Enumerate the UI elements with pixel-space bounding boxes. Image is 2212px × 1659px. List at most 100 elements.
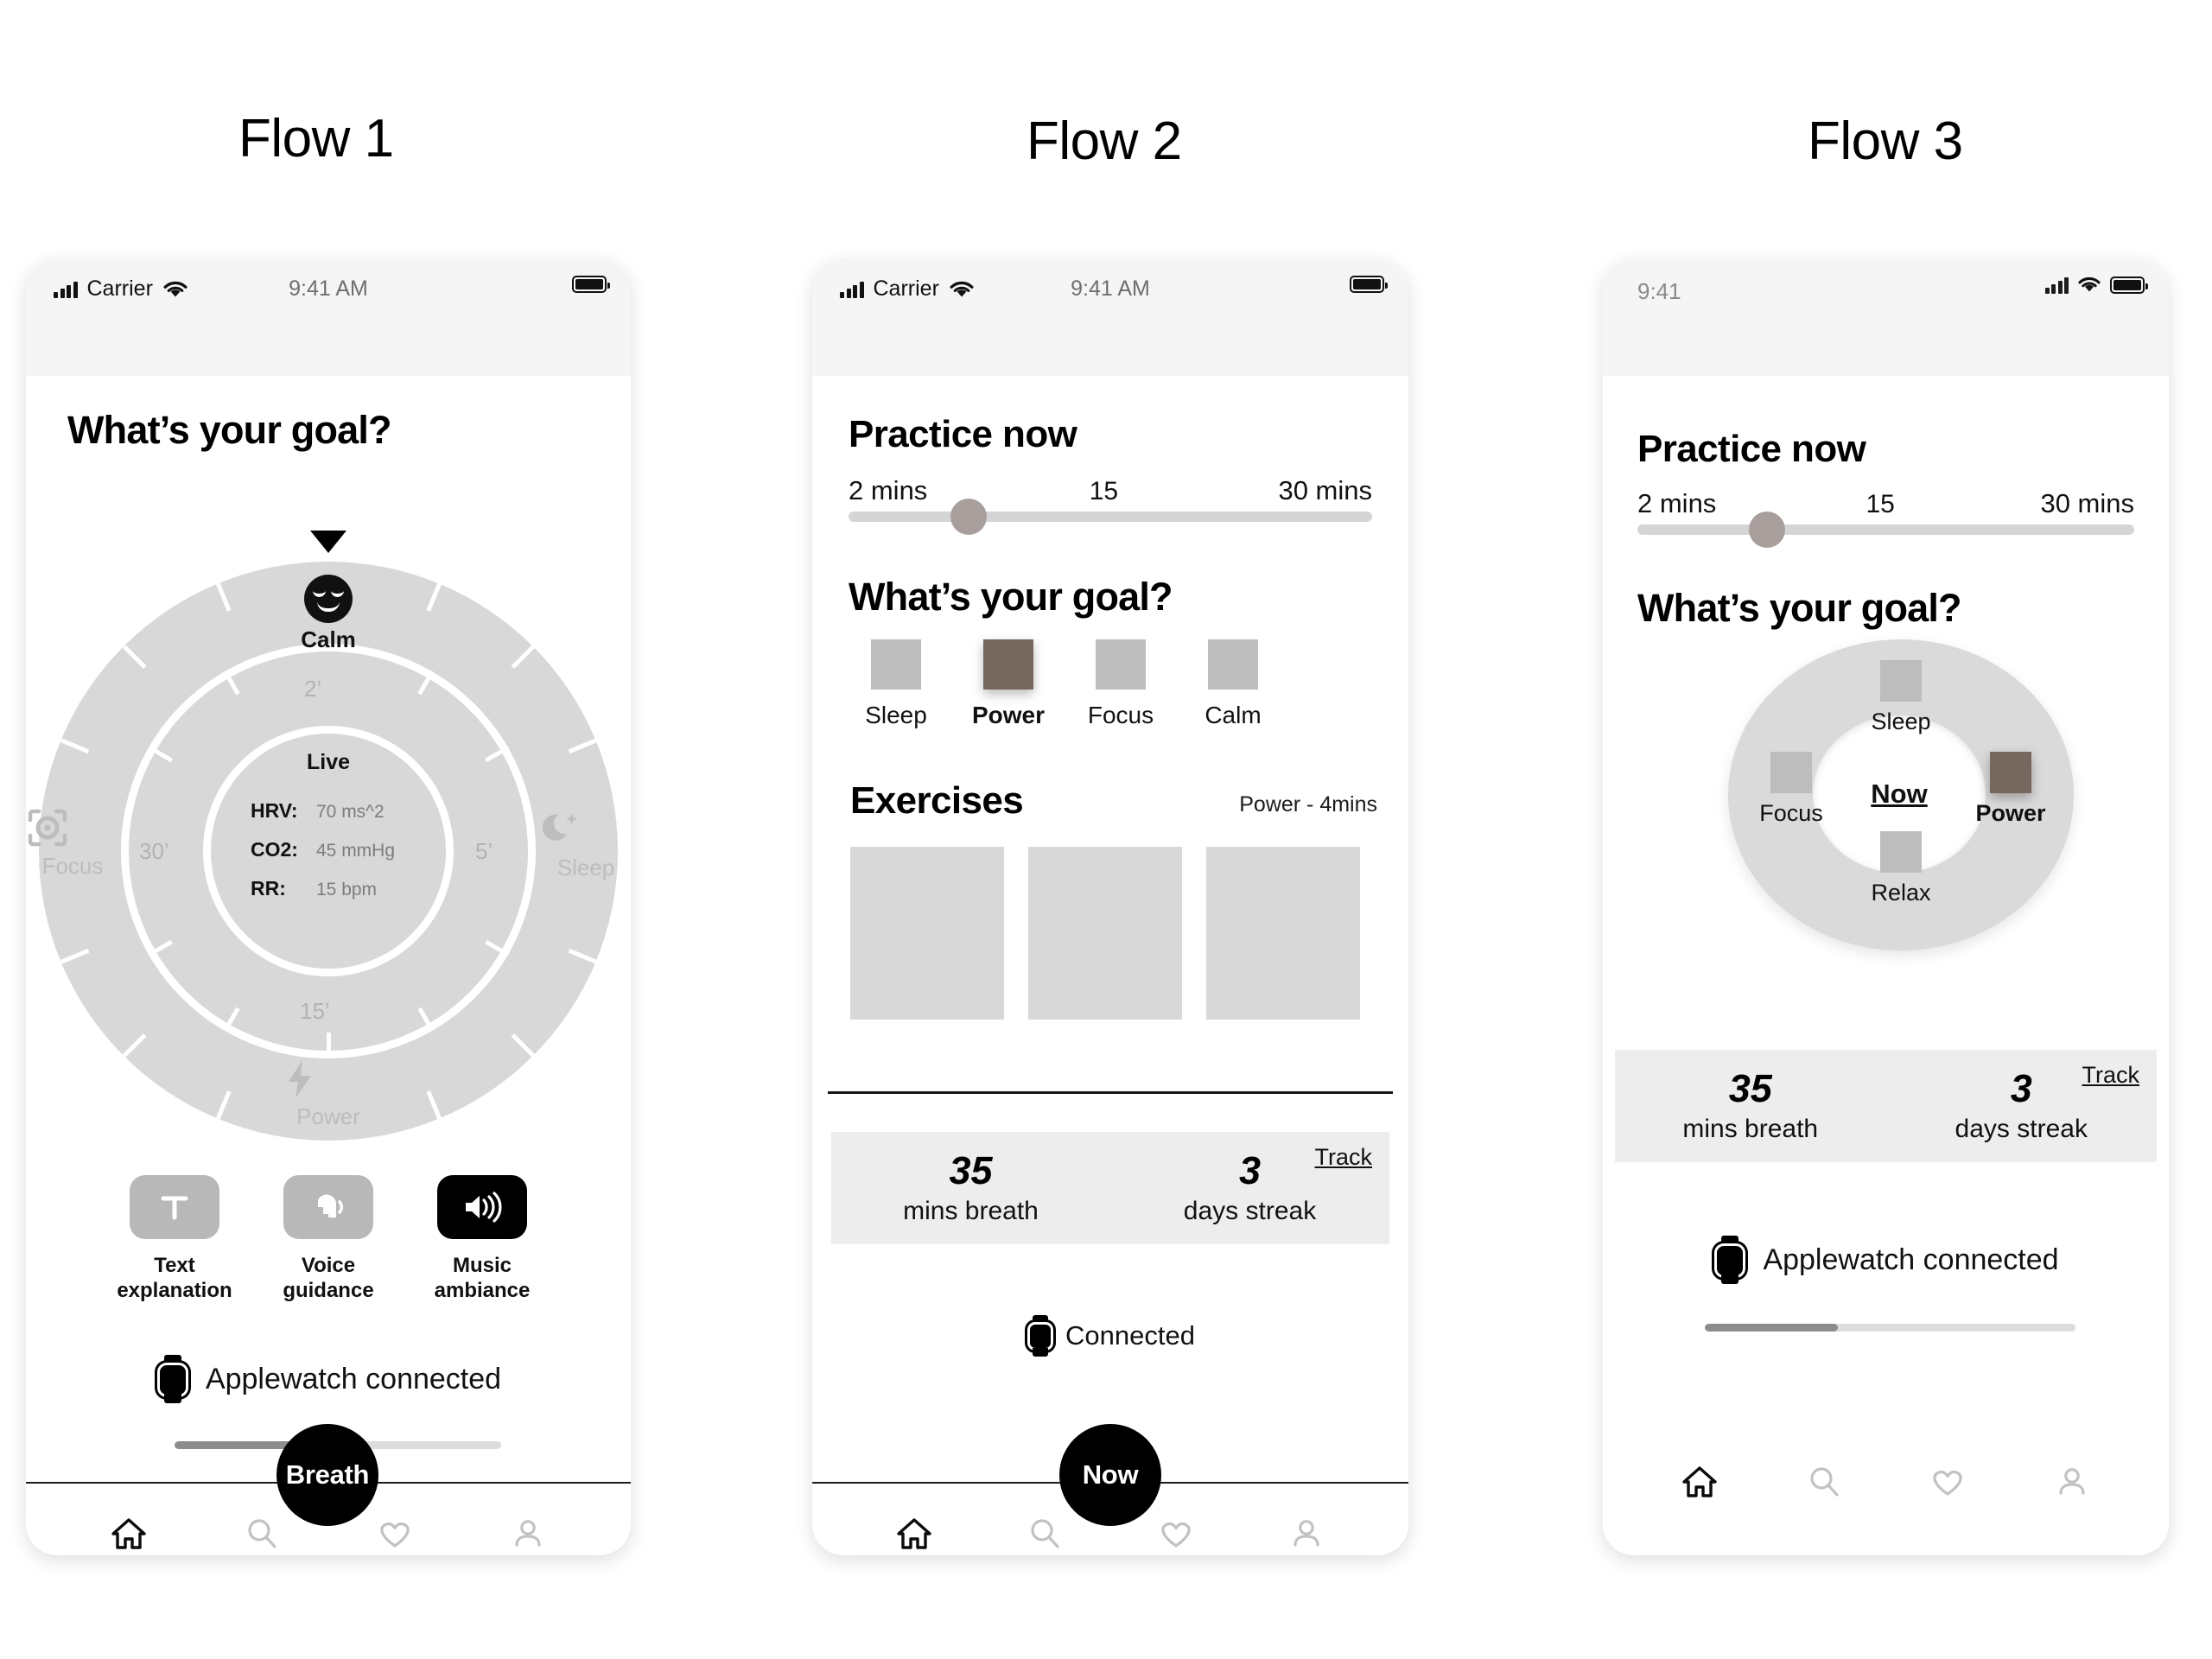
slider-thumb[interactable]: [950, 499, 988, 535]
battery-icon: [1350, 276, 1388, 293]
dial-node-focus[interactable]: Focus: [26, 806, 120, 880]
duration-slider[interactable]: 2 mins 15 30 mins: [849, 475, 1372, 535]
flow-1-phone-screen: Carrier 9:41 AM What’s your goal? Live H…: [26, 259, 631, 1555]
mode-button-voice-guidance[interactable]: Voice guidance: [264, 1175, 393, 1304]
slider-labels: 2 mins 15 30 mins: [1637, 488, 2134, 524]
dial-tick: [568, 948, 597, 964]
nav-item-search[interactable]: [1785, 1452, 1863, 1512]
goal-dial[interactable]: Live HRV: 70 ms^2 CO2: 45 mmHg RR: 15 bp…: [28, 531, 618, 1141]
slider-track[interactable]: [1637, 512, 2134, 548]
mode-label-text-explanation: Text explanation: [117, 1254, 232, 1303]
nav-item-favorites[interactable]: [1909, 1452, 1986, 1512]
metric-key-co2: CO2:: [251, 838, 298, 861]
donut-swatch-relax: [1880, 831, 1922, 873]
status-bar-right: [572, 276, 610, 293]
nav-item-profile[interactable]: [1268, 1503, 1345, 1556]
track-link[interactable]: Track: [1315, 1144, 1373, 1171]
dial-node-power[interactable]: Power: [281, 1058, 376, 1130]
stat-number-mins-breath: 35: [949, 1148, 993, 1193]
goal-swatch-sleep: [871, 639, 921, 690]
dial-tick-inner: [416, 670, 435, 696]
cellular-signal-icon: [2044, 276, 2069, 294]
applewatch-icon: [1026, 1315, 1055, 1357]
live-metric-row: HRV: 70 ms^2: [251, 799, 406, 823]
live-metric-row: CO2: 45 mmHg: [251, 838, 406, 861]
sync-progress-fill: [1705, 1324, 1839, 1332]
donut-node-focus[interactable]: Focus: [1739, 752, 1843, 827]
live-metrics-panel: Live HRV: 70 ms^2 CO2: 45 mmHg RR: 15 bp…: [203, 726, 454, 976]
exercise-card[interactable]: [1028, 847, 1182, 1020]
applewatch-status-row[interactable]: Connected: [812, 1315, 1408, 1357]
flow-1-title: Flow 1: [238, 109, 394, 168]
applewatch-icon: [1713, 1236, 1747, 1284]
nav-item-search[interactable]: [1006, 1503, 1084, 1556]
dial-node-calm[interactable]: Calm: [278, 575, 378, 653]
exercises-meta-label: Power - 4mins: [1239, 792, 1377, 817]
applewatch-status-label: Connected: [1065, 1320, 1195, 1351]
slider-value-label: 15: [1866, 490, 1895, 518]
donut-center-label: Now: [1871, 779, 1928, 809]
exercise-card[interactable]: [1206, 847, 1360, 1020]
nav-item-profile[interactable]: [489, 1503, 567, 1556]
moon-star-icon: [538, 808, 631, 851]
dial-tick: [60, 738, 89, 754]
battery-icon: [2110, 276, 2148, 294]
donut-node-sleep[interactable]: Sleep: [1849, 660, 1953, 735]
dial-tick: [425, 1090, 442, 1120]
slider-min-label: 2 mins: [849, 475, 928, 505]
goal-label-focus: Focus: [1087, 702, 1154, 728]
breath-action-button[interactable]: Breath: [276, 1424, 378, 1526]
nav-item-home[interactable]: [875, 1503, 953, 1556]
duration-slider[interactable]: 2 mins 15 30 mins: [1637, 488, 2134, 548]
stats-panel: 35 mins breath 3 days streak Track: [1615, 1050, 2157, 1162]
track-link[interactable]: Track: [2082, 1062, 2140, 1089]
slider-thumb[interactable]: [1748, 512, 1785, 548]
nav-item-profile[interactable]: [2033, 1452, 2111, 1512]
dial-tick: [215, 1090, 232, 1120]
dial-tick: [122, 645, 146, 669]
nav-item-favorites[interactable]: [356, 1503, 434, 1556]
metric-key-rr: RR:: [251, 877, 286, 899]
goal-chip-focus[interactable]: Focus: [1084, 639, 1158, 729]
battery-icon: [572, 276, 610, 293]
goal-heading: What’s your goal?: [849, 575, 1173, 619]
status-bar-right: [2044, 276, 2148, 294]
donut-node-relax[interactable]: Relax: [1849, 831, 1953, 906]
mode-button-music-ambiance[interactable]: Music ambiance: [417, 1175, 547, 1304]
goal-chip-calm[interactable]: Calm: [1196, 639, 1270, 729]
nav-item-search[interactable]: [223, 1503, 301, 1556]
dial-selection-pointer-icon: [310, 531, 346, 553]
applewatch-status-row[interactable]: Applewatch connected: [26, 1355, 631, 1403]
stats-panel: 35 mins breath 3 days streak Track: [831, 1132, 1389, 1244]
stat-mins-breath: 35 mins breath: [1615, 1068, 1886, 1143]
applewatch-status-label: Applewatch connected: [205, 1362, 502, 1395]
screenshot-canvas: Flow 1 Flow 2 Flow 3 Carrier 9:41 AM Wha…: [0, 0, 2212, 1659]
dial-tick-inner: [222, 1007, 240, 1033]
donut-swatch-power: [1990, 752, 2031, 793]
donut-swatch-focus: [1770, 752, 1812, 793]
slider-track[interactable]: [849, 499, 1372, 535]
goal-donut-selector[interactable]: Now Sleep Power Relax Focus: [1603, 639, 2169, 950]
dial-node-sleep[interactable]: Sleep: [538, 808, 631, 881]
exercise-card[interactable]: [850, 847, 1004, 1020]
focus-target-icon: [26, 806, 120, 849]
mode-label-music-ambiance: Music ambiance: [434, 1254, 531, 1303]
nav-item-favorites[interactable]: [1137, 1503, 1215, 1556]
nav-item-home[interactable]: [1661, 1452, 1738, 1512]
goal-chip-sleep[interactable]: Sleep: [859, 639, 933, 729]
goal-chip-power[interactable]: Power: [971, 639, 1046, 729]
nav-item-home[interactable]: [90, 1503, 168, 1556]
donut-swatch-sleep: [1880, 660, 1922, 702]
dial-tick-inner: [326, 1033, 331, 1058]
exercises-header: Exercises Power - 4mins: [850, 779, 1377, 823]
section-divider: [828, 1091, 1393, 1094]
mode-button-text-explanation[interactable]: Text explanation: [110, 1175, 239, 1304]
applewatch-status-row[interactable]: Applewatch connected: [1603, 1236, 2169, 1284]
donut-node-power[interactable]: Power: [1959, 752, 2063, 827]
exercises-heading: Exercises: [850, 779, 1024, 822]
metric-value-co2: 45 mmHg: [316, 841, 396, 861]
now-action-button[interactable]: Now: [1059, 1424, 1161, 1526]
flow-2-phone-screen: Carrier 9:41 AM Practice now 2 mins 15 3…: [812, 259, 1408, 1555]
slider-value-label: 15: [1089, 477, 1119, 505]
slider-labels: 2 mins 15 30 mins: [849, 475, 1372, 512]
